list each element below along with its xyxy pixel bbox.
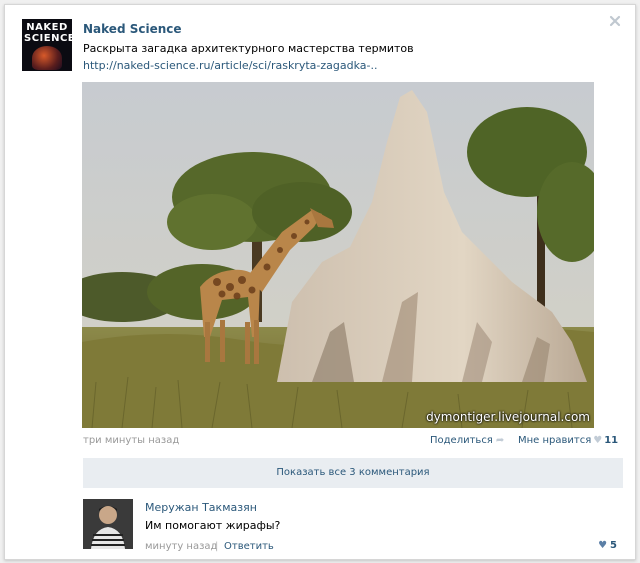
wall-post-card: NAKED SCIENCE Naked Science Раскрыта заг… bbox=[4, 4, 636, 560]
comment-separator: | bbox=[215, 541, 219, 552]
post-text: Раскрыта загадка архитектурного мастерст… bbox=[83, 42, 414, 55]
heart-icon: ♥ bbox=[593, 435, 603, 446]
like-label: Мне нравится bbox=[518, 435, 592, 446]
reply-button[interactable]: Ответить bbox=[224, 541, 274, 552]
like-count: 11 bbox=[604, 435, 619, 446]
share-label: Поделиться bbox=[430, 435, 493, 446]
group-logo-text-line2: SCIENCE bbox=[24, 33, 72, 44]
person-avatar-illustration bbox=[83, 499, 133, 549]
comment-like-count: 5 bbox=[610, 540, 617, 551]
article-link[interactable]: http://naked-science.ru/article/sci/rask… bbox=[83, 59, 377, 72]
photo-watermark: dymontiger.livejournal.com bbox=[426, 410, 590, 424]
close-icon[interactable] bbox=[609, 15, 621, 27]
commenter-avatar[interactable] bbox=[83, 499, 133, 549]
group-avatar[interactable]: NAKED SCIENCE bbox=[22, 19, 72, 71]
post-photo[interactable]: dymontiger.livejournal.com bbox=[82, 82, 594, 428]
group-logo-text-line1: NAKED bbox=[26, 22, 68, 33]
planet-logo-graphic bbox=[32, 46, 62, 70]
comment-like-button[interactable]: ♥ 5 bbox=[598, 540, 617, 551]
show-all-comments-button[interactable]: Показать все 3 комментария bbox=[83, 458, 623, 488]
like-button[interactable]: Мне нравится ♥ 11 bbox=[518, 435, 618, 446]
post-timestamp[interactable]: три минуты назад bbox=[83, 435, 179, 446]
comment-timestamp[interactable]: минуту назад bbox=[145, 541, 217, 552]
heart-icon: ♥ bbox=[598, 540, 608, 551]
savanna-photo-illustration bbox=[82, 82, 594, 428]
share-arrow-icon: ➦ bbox=[495, 435, 505, 446]
group-name-link[interactable]: Naked Science bbox=[83, 22, 182, 36]
comment-text: Им помогают жирафы? bbox=[145, 519, 281, 532]
commenter-name-link[interactable]: Меружан Такмазян bbox=[145, 501, 257, 514]
share-button[interactable]: Поделиться ➦ bbox=[430, 435, 504, 446]
